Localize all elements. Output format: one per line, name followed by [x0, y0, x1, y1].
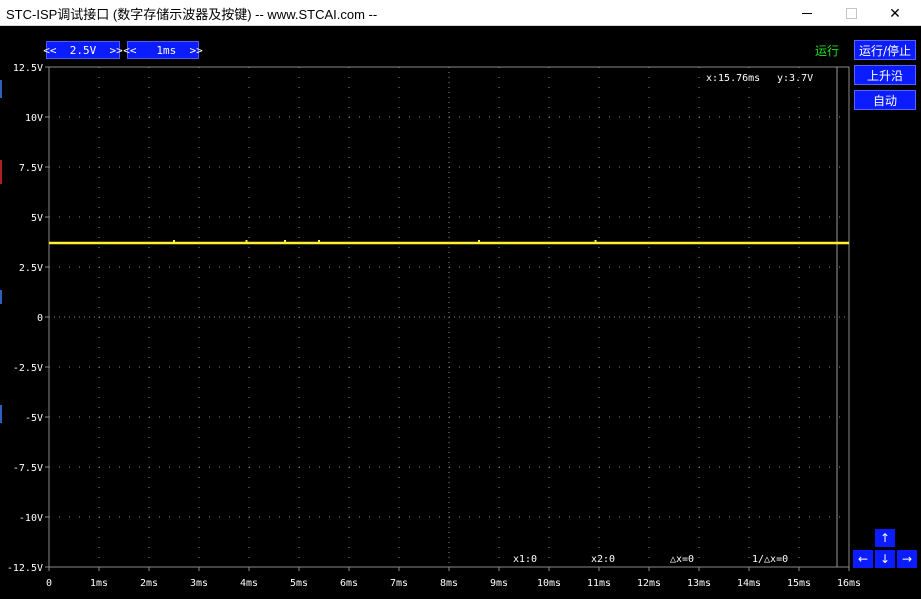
grid [49, 67, 849, 567]
y-tick-label: -10V [19, 513, 43, 524]
x-tick-label: 8ms [440, 578, 458, 589]
x-tick-label: 13ms [687, 578, 711, 589]
plot-frame [48, 66, 850, 568]
x-tick-label: 4ms [240, 578, 258, 589]
x-tick-label: 2ms [140, 578, 158, 589]
x-tick-label: 1ms [90, 578, 108, 589]
down-arrow-button[interactable]: ↓ [875, 550, 895, 568]
x-tick-label: 12ms [637, 578, 661, 589]
time-scale-control[interactable]: << 1ms >> [123, 41, 203, 59]
voltage-scale-control[interactable]: << 2.5V >> [43, 41, 123, 59]
x-tick-label: 6ms [340, 578, 358, 589]
cursor-y-readout: y:3.7V [777, 73, 813, 84]
x-tick-label: 5ms [290, 578, 308, 589]
arrow-down-icon: ↓ [879, 552, 891, 566]
x-tick-label: 3ms [190, 578, 208, 589]
arrow-right-icon: → [901, 552, 913, 566]
y-tick-label: -12.5V [7, 563, 43, 574]
run-status-label: 运行 [815, 44, 840, 58]
x1-readout: x1:0 [513, 554, 537, 565]
x-tick-label: 9ms [490, 578, 508, 589]
edge-artifact [0, 405, 2, 423]
rising-edge-button[interactable]: 上升沿 [854, 65, 916, 85]
y-axis-ticks: 12.5V 10V 7.5V 5V 2.5V 0 -2.5V -5V -7.5V -10V -12.… [7, 63, 49, 574]
x-tick-label: 0 [46, 578, 52, 589]
left-arrow-button[interactable]: ← [853, 550, 873, 568]
y-tick-label: 5V [31, 213, 43, 224]
x-tick-label: 7ms [390, 578, 408, 589]
y-tick-label: -7.5V [13, 463, 43, 474]
close-button[interactable]: ✕ [872, 0, 918, 26]
title-bar: STC-ISP调试接口 (数字存储示波器及按键) -- www.STCAI.co… [0, 0, 921, 26]
right-arrow-button[interactable]: → [897, 550, 917, 568]
x2-readout: x2:0 [591, 554, 615, 565]
inverse-delta-x-readout: 1/△x=0 [752, 554, 788, 565]
y-tick-label: -2.5V [13, 363, 43, 374]
y-tick-label: 0 [37, 313, 43, 324]
arrow-up-icon: ↑ [879, 531, 891, 545]
trace [49, 240, 849, 245]
oscilloscope-plot: 12.5V 10V 7.5V 5V 2.5V 0 -2.5V -5V -7.5V -10V -12.… [7, 63, 861, 589]
auto-button[interactable]: 自动 [854, 90, 916, 110]
run-stop-button[interactable]: 运行/停止 [854, 40, 916, 60]
edge-artifact [0, 160, 2, 184]
x-tick-label: 16ms [837, 578, 861, 589]
y-tick-label: 7.5V [19, 163, 43, 174]
maximize-icon [845, 7, 857, 19]
x-tick-label: 10ms [537, 578, 561, 589]
x-axis-ticks: 0 1ms 2ms 3ms 4ms 5ms 6ms 7ms 8ms 9ms 10ms 11ms 12ms… [46, 567, 861, 589]
maximize-button[interactable] [828, 0, 874, 26]
close-icon: ✕ [889, 4, 901, 21]
y-tick-label: 2.5V [19, 263, 43, 274]
x-tick-label: 15ms [787, 578, 811, 589]
x-tick-label: 14ms [737, 578, 761, 589]
x-tick-label: 11ms [587, 578, 611, 589]
trace-blip [478, 240, 480, 243]
trace-blip [245, 240, 248, 243]
minimize-button[interactable] [784, 0, 830, 26]
delta-x-readout: △x=0 [670, 554, 694, 565]
edge-artifact [0, 80, 2, 98]
window-title: STC-ISP调试接口 (数字存储示波器及按键) -- www.STCAI.co… [6, 7, 378, 22]
y-tick-label: 12.5V [13, 63, 43, 74]
trace-blip [284, 240, 286, 243]
up-arrow-button[interactable]: ↑ [875, 529, 895, 547]
trace-blip [173, 240, 175, 243]
edge-artifact [0, 290, 2, 304]
scope-window: STC-ISP调试接口 (数字存储示波器及按键) -- www.STCAI.co… [0, 0, 921, 599]
y-tick-label: -5V [25, 413, 43, 424]
trace-blip [594, 240, 597, 243]
cursor-x-readout: x:15.76ms [706, 73, 760, 84]
minimize-icon [802, 12, 812, 14]
y-tick-label: 10V [25, 113, 43, 124]
arrow-left-icon: ← [857, 552, 869, 566]
trace-blip [318, 240, 320, 243]
